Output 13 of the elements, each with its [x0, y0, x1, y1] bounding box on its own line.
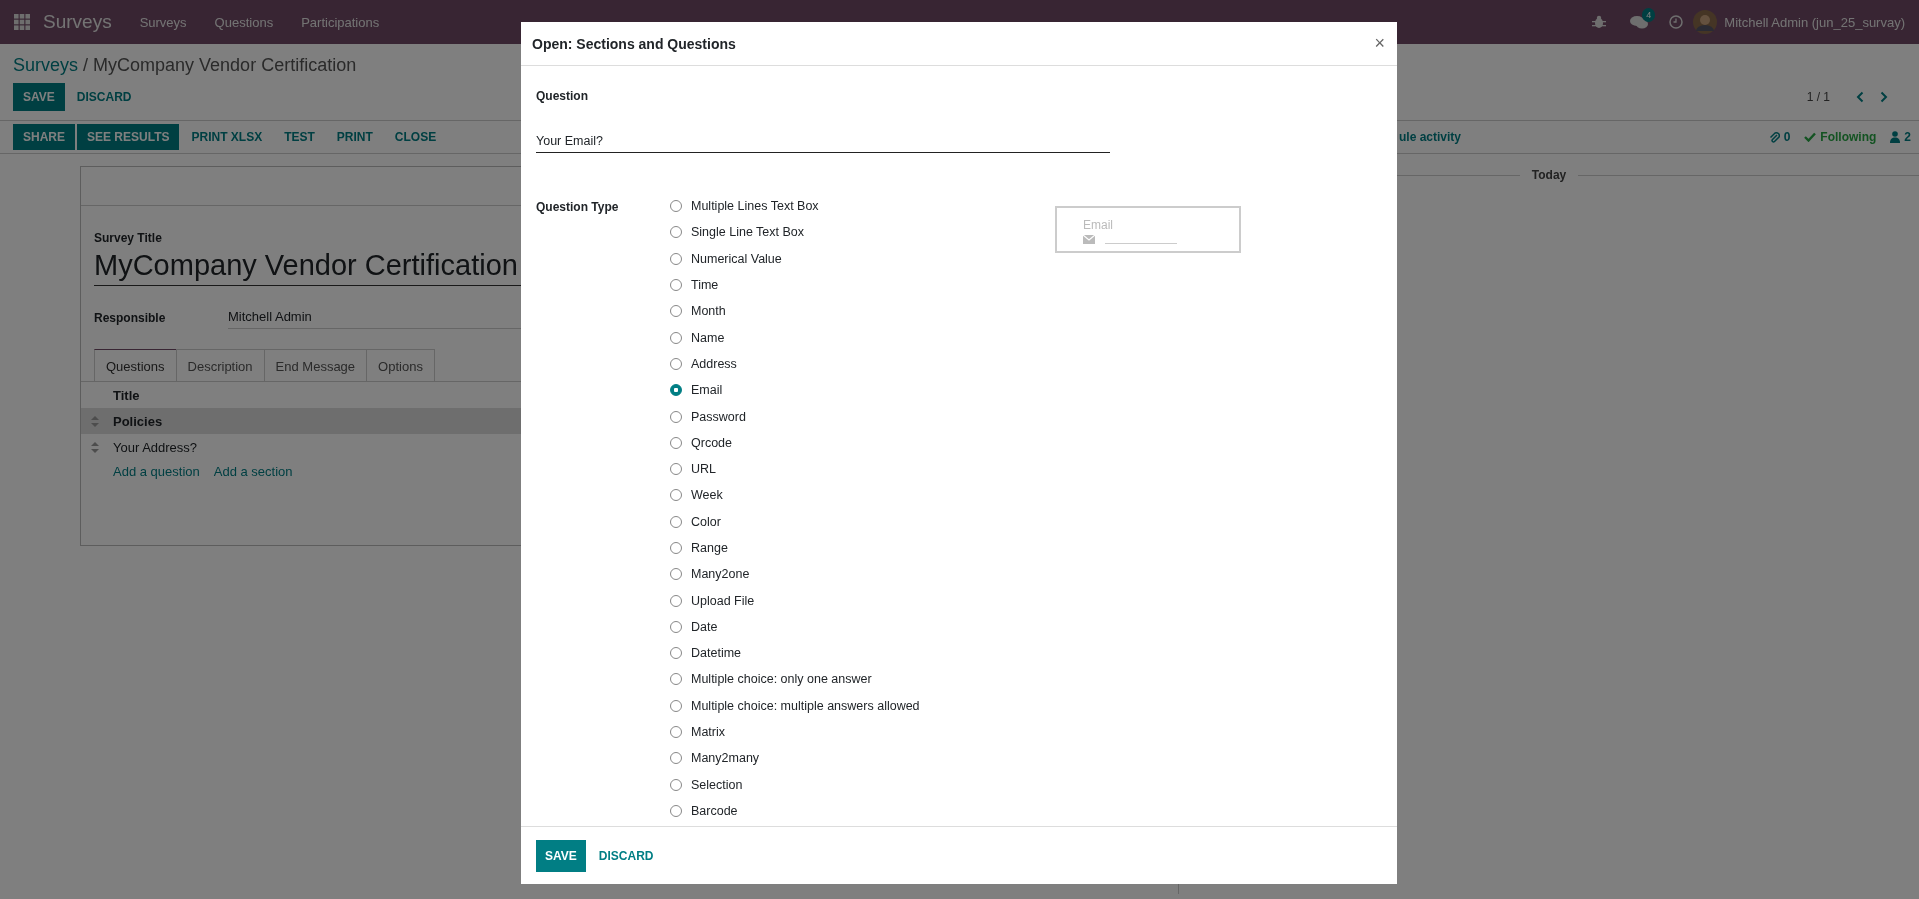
dialog-title: Open: Sections and Questions [532, 35, 736, 52]
field-label: Question [536, 89, 589, 103]
field-label: Survey Title [94, 231, 162, 245]
app-title: Surveys [43, 11, 112, 33]
breadcrumb-separator: / [83, 54, 89, 76]
field-label: Question Type [536, 200, 620, 214]
table-cell: Your Address? [113, 439, 198, 455]
breadcrumb-current: MyCompany Vendor Certification [93, 54, 357, 76]
pager-value: 1 / 1 [1806, 90, 1830, 104]
message-count-badge: 4 [1642, 8, 1656, 22]
table-cell: Policies [113, 413, 163, 429]
field-label: Responsible [94, 311, 167, 325]
date-separator: Today [1531, 168, 1567, 182]
